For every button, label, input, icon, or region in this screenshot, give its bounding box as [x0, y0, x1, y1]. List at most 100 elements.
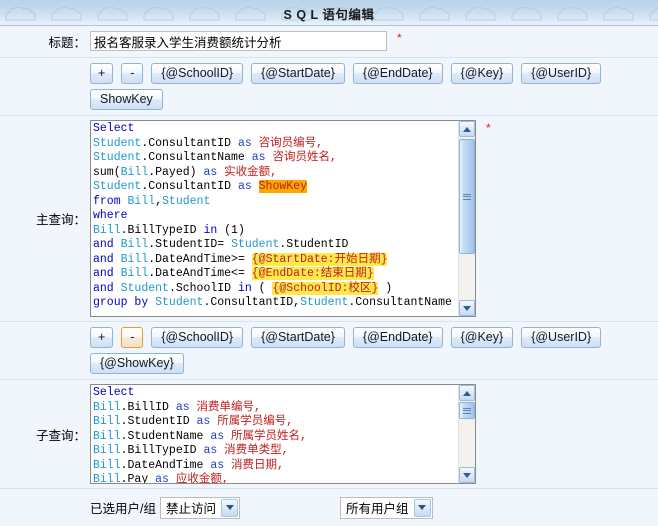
code-token: 消费单类型,	[224, 444, 289, 457]
token-enddate-button[interactable]: {@EndDate}	[352, 63, 443, 84]
sub-query-editor[interactable]: Select Bill.BillID as 消费单编号, Bill.StudentI…	[90, 384, 476, 484]
scroll-up-icon[interactable]	[459, 385, 475, 401]
sub-query-code[interactable]: Select Bill.BillID as 消费单编号, Bill.StudentI…	[93, 386, 457, 483]
code-token: Student	[120, 281, 169, 295]
add-param-button[interactable]: +	[90, 63, 114, 84]
code-token: Bill	[120, 252, 149, 266]
code-token: {@StartDate:开始日期}	[251, 252, 388, 266]
token-startdate-button[interactable]: {@StartDate}	[251, 327, 345, 348]
access-permission-select[interactable]: 禁止访问	[159, 496, 240, 519]
code-token: 应收金额,	[175, 473, 229, 483]
code-token: Student	[93, 136, 142, 150]
permissions-row: 已选用户/组 禁止访问 所有用户组	[0, 489, 658, 526]
code-token: as	[251, 151, 266, 164]
scroll-down-icon[interactable]	[459, 467, 475, 483]
code-token: .Payed)	[148, 165, 204, 179]
code-token: group	[93, 296, 128, 309]
remove-param-button[interactable]: -	[121, 327, 144, 348]
sub-query-token-toolbar: + - {@SchoolID} {@StartDate} {@EndDate} {@Key…	[90, 327, 650, 374]
code-token: Bill	[93, 444, 121, 457]
code-token: as	[196, 415, 211, 428]
token-userid-button[interactable]: {@UserID}	[521, 327, 602, 348]
code-token: 咨询员姓名,	[272, 151, 337, 164]
chevron-down-icon[interactable]	[221, 498, 238, 517]
scroll-up-icon[interactable]	[459, 121, 475, 137]
code-token: as	[155, 473, 169, 483]
code-token: 所属学员姓名,	[231, 429, 307, 443]
code-token: where	[93, 209, 128, 222]
code-token: Bill	[93, 473, 121, 483]
code-line: Bill.BillTypeID in (1)	[93, 224, 457, 239]
code-line: Student.ConsultantID as ShowKey	[93, 180, 457, 195]
code-token: from	[93, 194, 121, 208]
access-permission-value: 禁止访问	[165, 502, 216, 516]
token-key-button[interactable]: {@Key}	[450, 327, 514, 348]
scroll-down-icon[interactable]	[459, 300, 475, 316]
main-query-editor[interactable]: Select Student.ConsultantID as 咨询员编号, Stud…	[90, 120, 476, 317]
code-line: and Bill.DateAndTime<= {@EndDate:结束日期}	[93, 267, 457, 282]
grip-icon	[463, 407, 471, 414]
code-token: Select	[93, 386, 135, 399]
code-line: and Student.SchoolID in ( {@SchoolID:校区}…	[93, 281, 457, 297]
main-query-code[interactable]: Select Student.ConsultantID as 咨询员编号, Stud…	[93, 122, 457, 316]
token-startdate-button[interactable]: {@StartDate}	[251, 63, 345, 84]
code-token: {@EndDate:结束日期}	[251, 267, 374, 280]
window-titlebar: S Q L 语句编辑	[0, 0, 658, 26]
code-token: Select	[93, 122, 135, 135]
token-enddate-button[interactable]: {@EndDate}	[352, 327, 443, 348]
code-token: ,	[155, 194, 163, 208]
code-line: from Bill,Student	[93, 195, 457, 210]
code-token: .BillTypeID	[120, 223, 204, 237]
code-token: ShowKey	[258, 180, 307, 193]
code-line: and Bill.StudentID= Student.StudentID	[93, 238, 457, 253]
code-token: .ConsultantID	[141, 136, 238, 150]
title-row: 标题： *	[0, 26, 658, 58]
token-userid-button[interactable]: {@UserID}	[521, 63, 602, 84]
window-title: S Q L 语句编辑	[283, 8, 375, 22]
token-schoolid-button[interactable]: {@SchoolID}	[151, 63, 244, 84]
code-token: .BillTypeID	[120, 444, 204, 457]
code-token: .StudentID=	[148, 238, 232, 251]
grip-icon	[463, 193, 471, 200]
title-required-asterisk: *	[397, 31, 402, 45]
code-token: .BillID	[120, 400, 176, 414]
main-query-scroll-thumb[interactable]	[459, 139, 475, 254]
remove-param-button[interactable]: -	[121, 63, 144, 84]
token-schoolid-button[interactable]: {@SchoolID}	[151, 327, 244, 348]
code-token: as	[210, 458, 225, 472]
sql-editor-window: S Q L 语句编辑 标题： * +-{@SchoolID}{@StartDat…	[0, 0, 658, 519]
chevron-down-icon[interactable]	[413, 498, 431, 517]
code-token: in	[237, 281, 252, 295]
sub-query-scroll-thumb[interactable]	[459, 402, 475, 419]
token-key-button[interactable]: {@Key}	[450, 63, 514, 84]
sub-query-row: 子查询： Select Bill.BillID as 消费单编号, Bill.Stu…	[0, 380, 658, 489]
code-token: Bill	[93, 400, 121, 414]
sub-query-scrollbar[interactable]	[458, 385, 475, 483]
sub-query-label: 子查询：	[35, 428, 86, 443]
main-query-row: 主查询： Select Student.ConsultantID as 咨询员编号…	[0, 116, 658, 322]
main-query-required-asterisk: *	[486, 121, 491, 135]
code-token: Student	[231, 238, 280, 251]
user-group-select[interactable]: 所有用户组	[340, 496, 433, 519]
code-token: as	[210, 429, 225, 443]
add-param-button[interactable]: +	[90, 327, 114, 348]
title-input[interactable]	[90, 31, 387, 51]
code-line: Student.ConsultantID as 咨询员编号,	[93, 137, 457, 152]
user-group-value: 所有用户组	[346, 502, 409, 516]
code-token: Bill	[127, 194, 156, 208]
code-token: Bill	[120, 238, 149, 251]
code-token: and	[93, 281, 114, 295]
code-token: Bill	[93, 223, 121, 237]
main-query-token-toolbar: + - {@SchoolID} {@StartDate} {@EndDate} {@Key…	[90, 63, 650, 110]
code-token: .StudentID	[279, 238, 349, 251]
code-token: .DateAndTime	[120, 458, 211, 472]
token-showkey-button[interactable]: ShowKey	[90, 89, 163, 110]
code-token: Student	[300, 296, 349, 309]
token-showkey-button[interactable]: {@ShowKey}	[90, 353, 184, 374]
main-query-scrollbar[interactable]	[458, 121, 475, 316]
